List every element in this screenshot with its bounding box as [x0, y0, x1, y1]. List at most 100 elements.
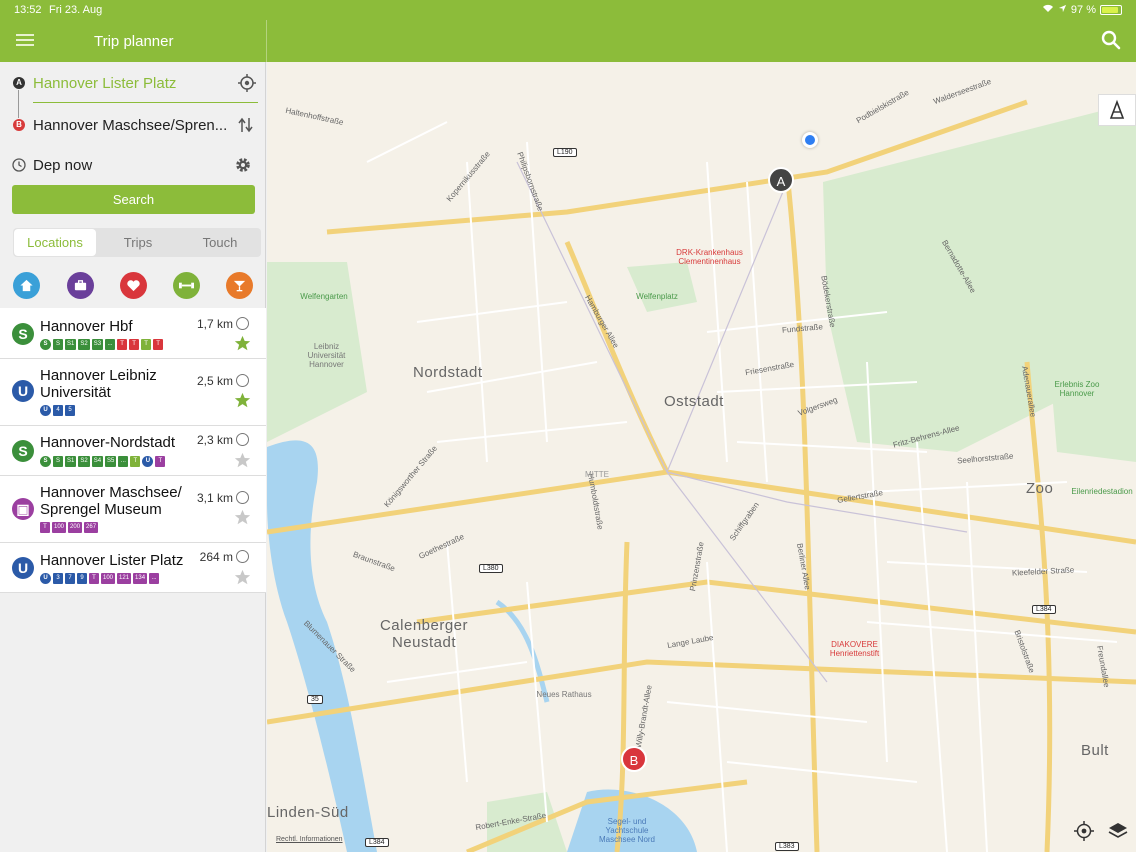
line-badge: 3	[53, 573, 63, 584]
favorite-star-icon[interactable]	[234, 335, 251, 352]
search-button[interactable]: Search	[12, 185, 255, 214]
location-distance: 1,7 km	[196, 317, 233, 331]
line-badge: S2	[78, 339, 90, 350]
line-badge: 121	[117, 573, 132, 584]
app-header: 13:52 Fri 23. Aug 97 % Trip planner	[0, 0, 1136, 62]
list-item[interactable]: U Hannover Lister Platz 264 m U 3 7 9 T …	[0, 543, 266, 593]
tab-trips[interactable]: Trips	[97, 228, 179, 257]
line-badge: S	[53, 339, 63, 350]
poi-label: Segel- und Yachtschule Maschsee Nord	[598, 817, 656, 844]
map-locate-icon[interactable]	[1073, 820, 1095, 842]
line-badge: T	[130, 456, 141, 467]
favorites-category-button[interactable]	[120, 272, 147, 299]
tab-locations[interactable]: Locations	[14, 229, 96, 256]
origin-pin: A	[13, 77, 25, 89]
origin-field[interactable]: Hannover Lister Platz	[33, 75, 176, 92]
line-badge: ...	[149, 573, 160, 584]
location-name: Hannover Maschsee/ Sprengel Museum	[40, 484, 182, 518]
line-badge: S	[40, 339, 51, 350]
line-badge: ...	[118, 456, 129, 467]
line-badge: S1	[65, 456, 77, 467]
major-road	[267, 469, 1136, 545]
destination-pin: B	[13, 119, 25, 131]
road-shield: 35	[307, 695, 323, 704]
line-badge: S2	[78, 456, 90, 467]
line-badge: T	[155, 456, 166, 467]
clock-icon	[12, 158, 26, 172]
page-title: Trip planner	[94, 33, 174, 50]
favorite-star-icon[interactable]	[234, 569, 251, 586]
legal-link[interactable]: Rechtl. Informationen	[276, 836, 343, 843]
line-badges: U 4 5	[40, 405, 75, 416]
line-badges: U 3 7 9 T 100 121 134 ...	[40, 573, 160, 584]
line-badge: S1	[65, 339, 77, 350]
major-road	[267, 659, 1136, 725]
work-category-button[interactable]	[67, 272, 94, 299]
line-badge: S	[53, 456, 63, 467]
dumbbell-icon	[179, 282, 194, 289]
park-welfenplatz	[627, 262, 697, 312]
layers-icon[interactable]	[1107, 820, 1129, 842]
line-badge: 7	[65, 573, 75, 584]
departure-time[interactable]: Dep now	[33, 157, 92, 174]
category-shortcuts	[13, 272, 255, 300]
list-item[interactable]: U Hannover Leibniz Universität 2,5 km U …	[0, 359, 266, 426]
road-shield: L383	[775, 842, 799, 851]
home-category-button[interactable]	[13, 272, 40, 299]
line-badge: S	[40, 456, 51, 467]
line-badge: 134	[133, 573, 148, 584]
line-badge: 100	[101, 573, 116, 584]
line-badges: S S S1 S2 S3 ... T T T T	[40, 339, 164, 350]
list-item[interactable]: ▣ Hannover Maschsee/ Sprengel Museum 3,1…	[0, 476, 266, 543]
district-label: Oststadt	[664, 393, 724, 410]
major-road	[416, 579, 1136, 635]
wifi-icon	[1042, 3, 1054, 16]
line-badge: ...	[105, 339, 116, 350]
battery-percent: 97 %	[1070, 3, 1096, 16]
header-divider	[266, 20, 267, 62]
cocktail-icon	[233, 280, 246, 292]
line-badge: U	[40, 573, 51, 584]
map-view[interactable]: Nordstadt Oststadt Calenberger Neustadt …	[267, 62, 1136, 852]
swap-icon[interactable]	[238, 116, 254, 134]
favorite-star-icon[interactable]	[234, 509, 251, 526]
route-connector	[18, 90, 19, 118]
search-icon[interactable]	[1099, 28, 1123, 52]
road-shield: L190	[553, 148, 577, 157]
user-location-dot	[802, 132, 818, 148]
line-badge: T	[89, 573, 99, 584]
origin-marker[interactable]: A	[768, 167, 794, 193]
poi-label: Neues Rathaus	[536, 690, 592, 699]
gear-icon[interactable]	[233, 155, 253, 175]
line-badge: T	[141, 339, 152, 350]
favorite-star-icon[interactable]	[234, 392, 251, 409]
bus-icon: ▣	[12, 498, 34, 520]
rail-line	[666, 181, 788, 473]
sports-category-button[interactable]	[173, 272, 200, 299]
line-badge: S5	[105, 456, 117, 467]
road-shield: L384	[365, 838, 389, 847]
location-distance: 2,5 km	[196, 374, 233, 388]
nightlife-category-button[interactable]	[226, 272, 253, 299]
line-badge: 9	[77, 573, 87, 584]
tab-touch[interactable]: Touch	[179, 228, 261, 257]
district-label: Calenberger Neustadt	[379, 617, 469, 651]
destination-marker[interactable]: B	[621, 746, 647, 772]
line-badge: S4	[91, 456, 104, 467]
line-badge: 267	[84, 522, 99, 533]
menu-icon[interactable]	[14, 31, 36, 49]
list-item[interactable]: S Hannover-Nordstadt 2,3 km S S S1 S2 S4…	[0, 426, 266, 476]
list-item[interactable]: S Hannover Hbf 1,7 km S S S1 S2 S3 ... T…	[0, 308, 266, 359]
line-badge: 5	[65, 405, 75, 416]
location-distance: 3,1 km	[196, 491, 233, 505]
destination-field[interactable]: Hannover Maschsee/Spren...	[33, 117, 228, 134]
compass-button[interactable]	[1098, 94, 1136, 126]
direction-icon	[236, 433, 249, 446]
line-badges: S S S1 S2 S4 S5 ... T U T	[40, 456, 166, 467]
line-badges: T 100 200 267	[40, 522, 99, 533]
location-distance: 264 m	[199, 550, 233, 564]
direction-icon	[236, 550, 249, 563]
favorite-star-icon[interactable]	[234, 452, 251, 469]
direction-icon	[236, 317, 249, 330]
current-location-icon[interactable]	[238, 74, 256, 92]
